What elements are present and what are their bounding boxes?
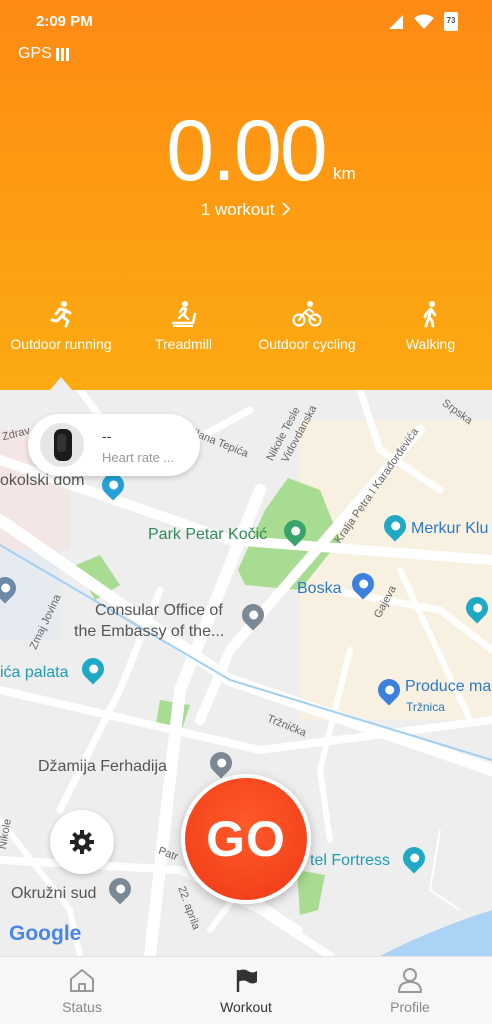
poi-palata-label[interactable]: ića palata: [0, 664, 69, 682]
poi-consular-label-line2[interactable]: the Embassy of the...: [74, 623, 224, 641]
gear-icon: [70, 830, 94, 854]
wifi-icon: [414, 14, 434, 29]
person-icon: [398, 968, 422, 993]
tab-label: Workout: [220, 999, 272, 1015]
mode-label: Treadmill: [154, 336, 213, 352]
heart-rate-card[interactable]: -- Heart rate ...: [28, 414, 200, 476]
tab-status[interactable]: Status: [32, 967, 132, 1015]
status-bar: 2:09 PM 73: [0, 0, 492, 40]
go-button[interactable]: GO: [181, 774, 311, 904]
google-attribution: Google: [9, 922, 81, 946]
chevron-right-icon: [282, 202, 291, 216]
workout-header: 2:09 PM 73 GPS 0.00 km 1 workout Outdoor…: [0, 0, 492, 390]
gps-label: GPS: [18, 45, 52, 62]
poi-okruzni-label[interactable]: Okružni sud: [11, 885, 96, 903]
google-logo: Google: [9, 922, 82, 945]
mode-label: Outdoor running: [10, 336, 112, 352]
mode-outdoor-running[interactable]: Outdoor running: [0, 300, 122, 352]
walking-icon: [423, 301, 436, 328]
cellular-signal-icon: [389, 14, 403, 29]
status-icons: 73: [388, 12, 458, 31]
heart-rate-label: Heart rate ...: [102, 450, 175, 465]
poi-merkur-label[interactable]: Merkur Klu: [411, 520, 488, 538]
poi-consular-label-line1[interactable]: Consular Office of: [95, 602, 223, 620]
poi-boska-label[interactable]: Boska: [297, 580, 341, 598]
poi-produce-label[interactable]: Produce ma: [405, 678, 491, 696]
poi-trznica-label[interactable]: Tržnica: [406, 700, 445, 714]
workout-mode-selector: Outdoor running Treadmill Outdoor cyclin…: [0, 300, 492, 360]
running-icon: [50, 301, 72, 328]
distance-unit: km: [333, 164, 356, 183]
poi-park-label[interactable]: Park Petar Kočić: [148, 526, 267, 544]
cycling-icon: [292, 301, 322, 327]
distance-display: 0.00 km: [0, 108, 492, 194]
tab-profile[interactable]: Profile: [360, 967, 460, 1015]
workout-count-link[interactable]: 1 workout: [0, 200, 492, 220]
flag-icon: [236, 969, 257, 992]
status-time: 2:09 PM: [36, 13, 93, 30]
poi-dzamija-label[interactable]: Džamija Ferhadija: [38, 758, 167, 776]
mode-label: Outdoor cycling: [258, 336, 356, 352]
tab-label: Status: [62, 999, 102, 1015]
mode-outdoor-cycling[interactable]: Outdoor cycling: [245, 300, 369, 352]
mode-treadmill[interactable]: Treadmill: [122, 300, 245, 352]
bottom-tab-bar: Status Workout Profile: [0, 956, 492, 1024]
battery-icon: 73: [444, 12, 458, 31]
tab-label: Profile: [390, 999, 430, 1015]
settings-button[interactable]: [50, 810, 114, 874]
distance-value: 0.00: [166, 103, 327, 199]
workout-count-label: 1 workout: [200, 200, 275, 219]
mode-label: Walking: [405, 336, 456, 352]
treadmill-icon: [171, 301, 196, 327]
selected-mode-pointer: [50, 377, 72, 390]
tab-workout[interactable]: Workout: [196, 967, 296, 1015]
gps-indicator: GPS: [18, 45, 69, 63]
gps-signal-icon: [55, 47, 69, 61]
poi-fortress-label[interactable]: tel Fortress: [310, 852, 390, 870]
mode-walking[interactable]: Walking: [369, 300, 492, 352]
heart-rate-band-icon: [40, 423, 84, 467]
home-icon: [70, 969, 94, 992]
heart-rate-value: --: [102, 428, 112, 444]
